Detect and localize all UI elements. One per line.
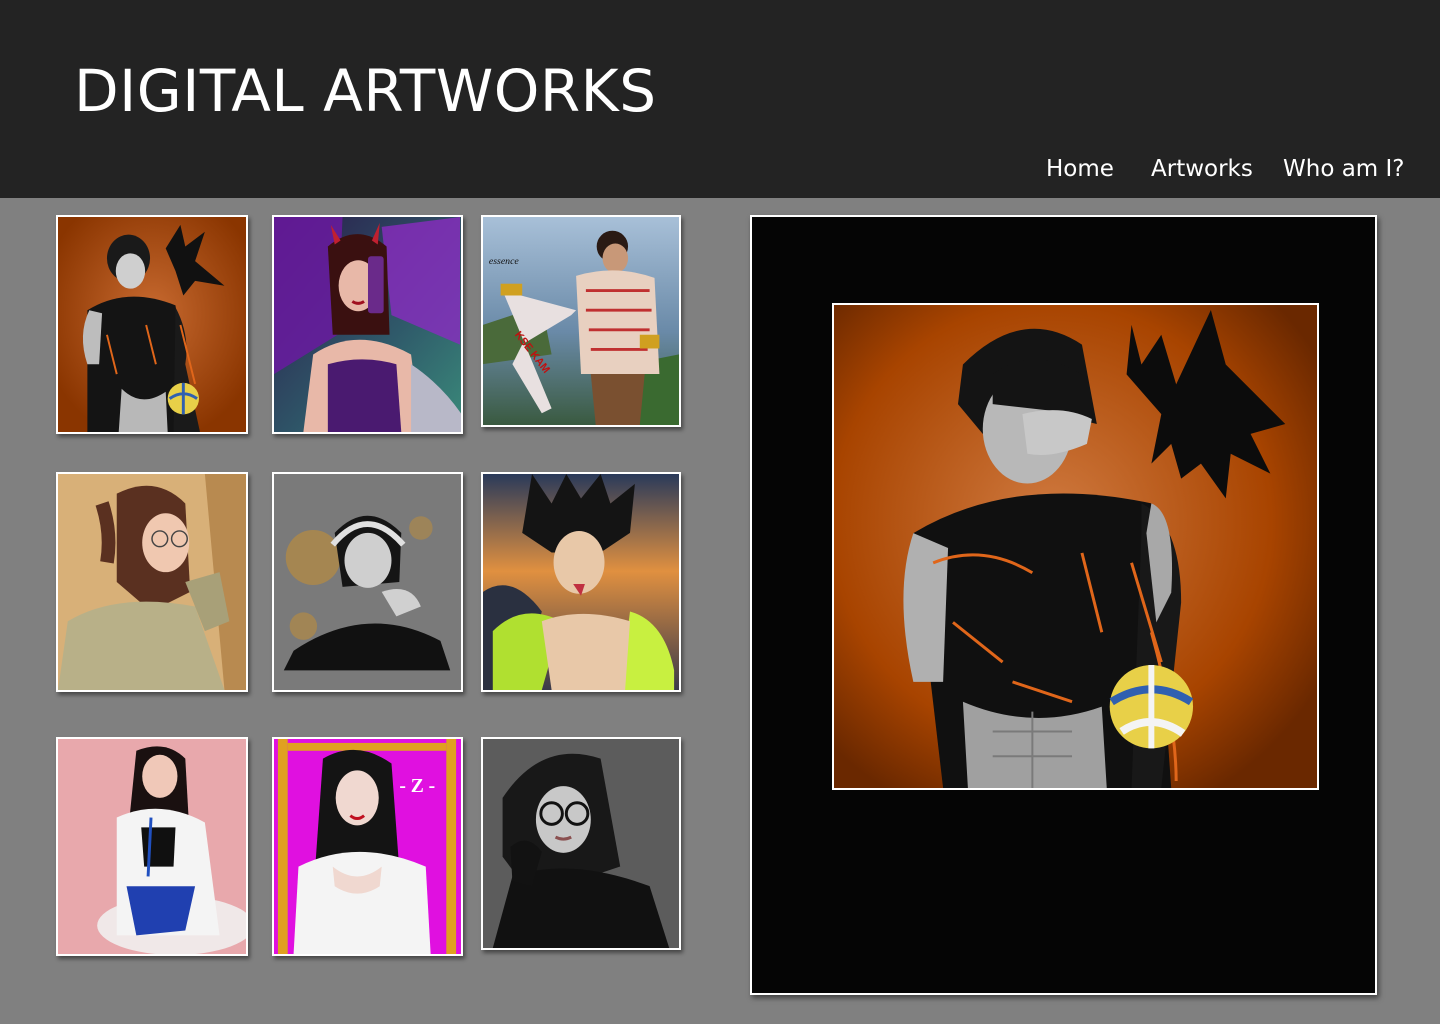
artwork-thumbnail-1[interactable] — [56, 215, 248, 434]
watermark-z-text: - Z - — [399, 776, 435, 797]
artwork-viewer — [750, 215, 1377, 995]
viewer-selected-artwork[interactable] — [832, 303, 1319, 790]
artwork-image-headphones-man — [274, 474, 461, 690]
artwork-thumbnail-2[interactable] — [272, 215, 463, 434]
artwork-thumbnail-5[interactable] — [272, 472, 463, 692]
artwork-thumbnail-7[interactable] — [56, 737, 248, 956]
site-title: DIGITAL ARTWORKS — [74, 57, 657, 125]
artwork-thumbnail-9[interactable] — [481, 737, 681, 950]
artwork-image-round-glasses-woman — [483, 739, 679, 948]
artwork-thumbnail-4[interactable] — [56, 472, 248, 692]
viewer-artwork-image — [834, 305, 1317, 788]
artwork-tag-text: essence — [489, 256, 520, 267]
artwork-thumbnail-3[interactable]: essence KSE KAM — [481, 215, 681, 427]
artwork-image-warrior: essence KSE KAM — [483, 217, 679, 425]
nav-artworks-link[interactable]: Artworks — [1151, 156, 1253, 182]
artwork-image-glasses-woman — [58, 474, 246, 690]
artwork-image-anime-sunset — [483, 474, 679, 690]
artwork-image-magenta-woman: - Z - — [274, 739, 461, 954]
nav-home-link[interactable]: Home — [1046, 156, 1114, 182]
artwork-thumbnail-6[interactable] — [481, 472, 681, 692]
artwork-image-man-crow — [58, 217, 246, 432]
site-header: DIGITAL ARTWORKS Home Artworks Who am I? — [0, 0, 1440, 198]
artwork-image-white-coat-woman — [58, 739, 246, 954]
nav-who-am-i-link[interactable]: Who am I? — [1283, 156, 1405, 182]
artwork-image-horned-woman — [274, 217, 461, 432]
artwork-thumbnail-8[interactable]: - Z - — [272, 737, 463, 956]
